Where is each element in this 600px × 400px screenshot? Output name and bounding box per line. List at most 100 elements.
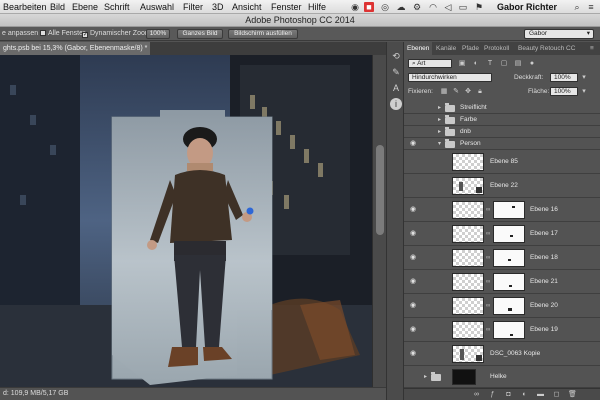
pixel-filter-icon[interactable]: ▣ <box>458 60 466 68</box>
chevron-right-icon[interactable]: ▸ <box>424 372 430 382</box>
eye-tray-icon[interactable]: ◎ <box>380 2 390 12</box>
filter-toggle-icon[interactable]: ● <box>528 60 536 68</box>
chevron-down-icon[interactable]: ▾ <box>438 139 444 149</box>
document-tab[interactable]: ghts.psb bei 15,3% (Gabor, Ebenenmaske/8… <box>0 42 150 55</box>
layer-row[interactable]: ▸ dnb <box>404 126 600 138</box>
link-icon[interactable]: ∞ <box>486 205 491 215</box>
eye-icon[interactable]: ◉ <box>408 301 418 311</box>
layer-row[interactable]: ◉ ∞ Ebene 21 <box>404 270 600 294</box>
adjustment-filter-icon[interactable]: ◐ <box>472 60 480 68</box>
menu-bild[interactable]: Bild <box>50 1 65 13</box>
info-icon[interactable]: i <box>390 98 402 110</box>
brush-preset-icon[interactable]: ✎ <box>390 66 402 78</box>
link-icon[interactable]: ∞ <box>486 277 491 287</box>
menu-ansicht[interactable]: Ansicht <box>232 1 262 13</box>
layer-mask-thumbnail[interactable] <box>493 249 525 267</box>
link-layers-icon[interactable]: ∞ <box>472 390 481 399</box>
visibility-toggle[interactable] <box>408 372 418 382</box>
text-icon[interactable]: A <box>390 82 402 94</box>
lock-transparency-icon[interactable]: ▦ <box>440 88 448 96</box>
list-icon[interactable]: ≡ <box>586 2 596 12</box>
visibility-toggle[interactable] <box>408 181 418 191</box>
layer-mask-thumbnail[interactable] <box>493 201 525 219</box>
new-layer-icon[interactable]: ◻ <box>552 390 561 399</box>
menu-fenster[interactable]: Fenster <box>271 1 302 13</box>
menu-bearbeiten[interactable]: Bearbeiten <box>3 1 47 13</box>
user-name[interactable]: Gabor Richter <box>497 1 557 13</box>
eye-icon[interactable]: ◉ <box>408 139 418 149</box>
trash-icon[interactable]: 🗑︎ <box>568 390 577 399</box>
type-filter-icon[interactable]: T <box>486 60 494 68</box>
shape-filter-icon[interactable]: ▢ <box>500 60 508 68</box>
link-icon[interactable]: ∞ <box>486 301 491 311</box>
fill-input[interactable]: 100% <box>550 87 578 96</box>
tab-ebenen[interactable]: Ebenen <box>404 42 433 55</box>
layer-mask-thumbnail[interactable] <box>493 273 525 291</box>
layer-row[interactable]: Ebene 22 <box>404 174 600 198</box>
layer-mask-thumbnail[interactable] <box>493 321 525 339</box>
link-icon[interactable]: ∞ <box>486 325 491 335</box>
tab-pfade[interactable]: Pfade <box>462 42 479 55</box>
layer-row[interactable]: ▸ Helke <box>404 366 600 388</box>
fill-dropdown-icon[interactable]: ▾ <box>580 88 588 96</box>
eye-icon[interactable]: ◉ <box>408 277 418 287</box>
link-icon[interactable]: ∞ <box>486 253 491 263</box>
chevron-right-icon[interactable]: ▸ <box>438 127 444 137</box>
chevron-right-icon[interactable]: ▸ <box>438 115 444 125</box>
menu-3d[interactable]: 3D <box>212 1 224 13</box>
history-icon[interactable]: ⟲ <box>390 50 402 62</box>
fit-on-screen-button[interactable]: Ganzes Bild <box>177 29 223 39</box>
eye-icon[interactable]: ◉ <box>408 349 418 359</box>
status-app-icon[interactable]: ◉ <box>350 2 360 12</box>
add-mask-icon[interactable]: ◘ <box>504 390 513 399</box>
menu-schrift[interactable]: Schrift <box>104 1 130 13</box>
all-windows-checkbox[interactable]: Alle Fenster <box>40 29 85 39</box>
layer-row[interactable]: ▸ Farbe <box>404 114 600 126</box>
eye-icon[interactable]: ◉ <box>408 325 418 335</box>
red-app-icon[interactable]: ■ <box>364 2 374 12</box>
lock-position-icon[interactable]: ✥ <box>464 88 472 96</box>
layer-row[interactable]: ◉ ∞ Ebene 16 <box>404 198 600 222</box>
document-canvas[interactable] <box>0 55 372 387</box>
opacity-dropdown-icon[interactable]: ▾ <box>580 74 588 82</box>
layer-row[interactable]: ◉ ∞ Ebene 20 <box>404 294 600 318</box>
menu-filter[interactable]: Filter <box>183 1 203 13</box>
layer-style-icon[interactable]: ƒ <box>488 390 497 399</box>
eye-icon[interactable]: ◉ <box>408 229 418 239</box>
lock-pixels-icon[interactable]: ✎ <box>452 88 460 96</box>
battery-icon[interactable]: ▭ <box>458 2 468 12</box>
layer-mask-thumbnail[interactable] <box>493 297 525 315</box>
new-group-icon[interactable]: ▬ <box>536 390 545 399</box>
layer-row[interactable]: ◉ ∞ Ebene 19 <box>404 318 600 342</box>
gear-icon[interactable]: ⚙ <box>412 2 422 12</box>
layer-row[interactable]: ◉ ∞ Ebene 18 <box>404 246 600 270</box>
zoom-100-button[interactable]: 100% <box>146 29 170 39</box>
search-icon[interactable]: ⌕ <box>572 2 582 12</box>
layer-row[interactable]: ▸ Streiflicht <box>404 102 600 114</box>
layer-mask-thumbnail[interactable] <box>493 225 525 243</box>
visibility-toggle[interactable] <box>408 127 418 137</box>
eye-icon[interactable]: ◉ <box>408 253 418 263</box>
wifi-icon[interactable]: ◠ <box>428 2 438 12</box>
panel-menu-icon[interactable]: ≡ <box>590 42 594 55</box>
layer-row[interactable]: ◉ ▾ Person <box>404 138 600 150</box>
layer-row[interactable]: ◉ ∞ Ebene 17 <box>404 222 600 246</box>
menu-ebene[interactable]: Ebene <box>72 1 98 13</box>
eye-icon[interactable]: ◉ <box>408 205 418 215</box>
link-icon[interactable]: ∞ <box>486 229 491 239</box>
adjustment-layer-icon[interactable]: ◐ <box>520 390 529 399</box>
blend-mode-select[interactable]: Hindurchwirken <box>408 73 492 82</box>
canvas-vertical-scrollbar[interactable] <box>372 55 386 387</box>
tab-kanaele[interactable]: Kanäle <box>436 42 456 55</box>
volume-icon[interactable]: ◁ <box>443 2 453 12</box>
filter-kind-select[interactable]: ⌕ Art <box>408 59 452 68</box>
visibility-toggle[interactable] <box>408 157 418 167</box>
flag-icon[interactable]: ⚑ <box>474 2 484 12</box>
lock-all-icon[interactable]: 🔒︎ <box>476 88 484 96</box>
tab-beauty-retouch[interactable]: Beauty Retouch CC <box>518 42 575 55</box>
dynamic-zoom-checkbox[interactable]: ✓ Dynamischer Zoom <box>82 29 151 39</box>
visibility-toggle[interactable] <box>408 103 418 113</box>
opacity-input[interactable]: 100% <box>550 73 578 82</box>
visibility-toggle[interactable] <box>408 115 418 125</box>
smart-filter-icon[interactable]: ▤ <box>514 60 522 68</box>
